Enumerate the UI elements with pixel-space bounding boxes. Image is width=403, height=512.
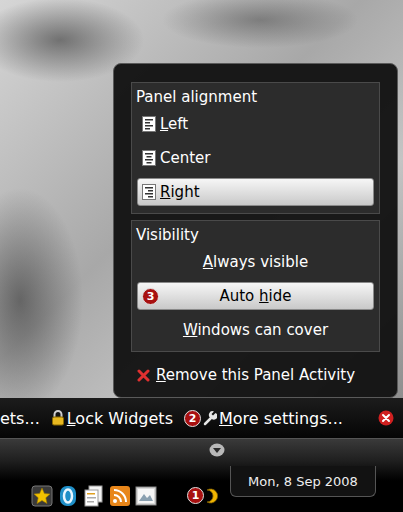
panel-resize-strip[interactable] — [0, 438, 403, 460]
close-icon[interactable] — [378, 410, 394, 426]
option-label: Center — [160, 149, 211, 167]
feed-icon[interactable] — [109, 485, 131, 507]
text-align-icon — [142, 184, 156, 200]
step-badge: 1 — [187, 487, 204, 504]
menu-option[interactable]: Center — [137, 144, 374, 172]
section-title: Visibility — [132, 225, 379, 245]
section-title: Panel alignment — [132, 87, 379, 107]
wallpaper-photo: Panel alignment Left Center Right Visibility… — [0, 0, 403, 398]
browser-icon[interactable] — [57, 485, 79, 507]
toolbar-button[interactable]: 2 More settings... — [184, 409, 343, 428]
red-x-icon — [137, 369, 150, 382]
star-icon[interactable] — [31, 485, 53, 507]
menu-section: Panel alignment Left Center Right — [131, 82, 380, 214]
option-label: Always visible — [203, 253, 308, 271]
wrench-icon — [203, 410, 217, 426]
taskbar-panel: 1 Mon, 8 Sep 2008 — [0, 460, 403, 512]
remove-activity-button[interactable]: Remove this Panel Activity — [131, 358, 380, 392]
menu-option[interactable]: Windows can cover — [137, 316, 374, 344]
toolbar-label: More settings... — [219, 409, 343, 428]
toolbar-label: ets... — [0, 409, 40, 428]
menu-section: Visibility Always visible 3 Auto hide Window… — [131, 220, 380, 352]
menu-option[interactable]: Right — [137, 178, 374, 206]
step-badge: 2 — [184, 410, 201, 427]
lock-icon — [51, 410, 65, 426]
menu-option[interactable]: 3 Auto hide — [137, 282, 374, 310]
cashew-icon[interactable] — [204, 488, 218, 504]
option-label: Right — [160, 183, 200, 201]
clock[interactable]: Mon, 8 Sep 2008 — [230, 466, 376, 497]
option-label: Left — [160, 115, 188, 133]
text-align-icon — [142, 150, 156, 166]
image-viewer-icon[interactable] — [135, 485, 157, 507]
menu-option[interactable]: Always visible — [137, 248, 374, 276]
toolbar-label: Lock Widgets — [67, 409, 173, 428]
remove-label: Remove this Panel Activity — [156, 366, 355, 384]
panel-toolbar: ets... Lock Widgets 2 More settings... — [0, 398, 403, 438]
step-badge: 3 — [142, 288, 159, 305]
down-arrow-icon[interactable] — [209, 443, 225, 457]
toolbar-button[interactable]: Lock Widgets — [51, 409, 173, 428]
option-label: Auto hide — [219, 287, 291, 305]
desktop-screen: Panel alignment Left Center Right Visibility… — [0, 0, 403, 512]
option-label: Windows can cover — [183, 321, 328, 339]
notifier[interactable]: 1 — [187, 487, 218, 504]
panel-settings-menu: Panel alignment Left Center Right Visibility… — [113, 63, 398, 398]
launcher-group — [0, 485, 157, 507]
documents-icon[interactable] — [83, 485, 105, 507]
toolbar-button[interactable]: ets... — [0, 409, 40, 428]
text-align-icon — [142, 116, 156, 132]
menu-option[interactable]: Left — [137, 110, 374, 138]
